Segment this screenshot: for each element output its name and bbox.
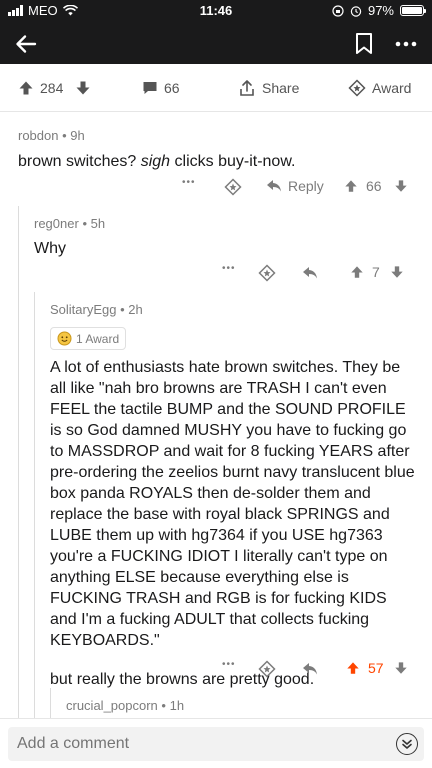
bookmark-icon[interactable]: [354, 32, 374, 56]
comment-text-emphasis: sigh: [140, 153, 171, 170]
downvote-icon[interactable]: [394, 179, 408, 193]
comment-actions: ••• 57: [222, 658, 414, 680]
nav-row: [0, 24, 432, 64]
comment-actions: ••• 7: [222, 262, 414, 284]
status-bar: MEO 11:46 97%: [0, 0, 432, 22]
comment-meta: SolitaryEgg • 2h: [50, 302, 416, 317]
collapse-threads-button[interactable]: [396, 733, 418, 755]
meta-separator: •: [161, 698, 166, 713]
award-button[interactable]: Award: [348, 78, 412, 97]
app-header: MEO 11:46 97%: [0, 0, 432, 64]
comment-robdon: robdon • 9h brown switches? sigh clicks …: [18, 128, 418, 172]
comment-score: 57: [368, 660, 384, 676]
share-label: Share: [262, 79, 300, 96]
award-badge[interactable]: 1 Award: [50, 327, 127, 350]
more-options-button[interactable]: •••: [222, 659, 236, 670]
award-icon: [348, 78, 366, 97]
battery-icon: [400, 5, 426, 16]
comment-age: 5h: [90, 216, 106, 231]
post-score: 284: [40, 79, 64, 96]
comment-actions: ••• Reply 66: [182, 176, 414, 198]
double-chevron-down-icon: [401, 738, 413, 750]
upvote-icon[interactable]: [344, 179, 358, 193]
downvote-icon[interactable]: [390, 265, 404, 279]
downvote-icon[interactable]: [394, 661, 408, 675]
back-arrow-icon[interactable]: [12, 30, 40, 58]
comments-count-button[interactable]: 66: [142, 80, 180, 96]
bottom-comment-bar: [0, 718, 432, 768]
comment-score: 66: [366, 178, 382, 194]
comment-text: brown switches?: [18, 153, 141, 170]
award-icon[interactable]: [258, 264, 276, 282]
gold-award-icon: [57, 331, 72, 346]
comments-count: 66: [164, 79, 180, 96]
comment-author[interactable]: SolitaryEgg: [50, 302, 116, 317]
comment-author[interactable]: crucial_popcorn: [66, 698, 158, 713]
share-button[interactable]: Share: [238, 79, 299, 97]
upvote-icon[interactable]: [18, 80, 34, 96]
thread-line[interactable]: [18, 206, 19, 718]
rotation-lock-icon: [332, 4, 344, 17]
comment-meta: crucial_popcorn • 1h: [66, 698, 406, 713]
reply-arrow-icon: [266, 179, 282, 193]
upvote-icon[interactable]: [350, 265, 364, 279]
battery-percent: 97%: [367, 3, 394, 18]
more-options-icon[interactable]: [394, 34, 418, 54]
comment-author[interactable]: robdon: [18, 128, 58, 143]
comment-body: brown switches? sigh clicks buy-it-now.: [18, 151, 418, 172]
comment-author[interactable]: reg0ner: [34, 216, 79, 231]
comment-meta: reg0ner • 5h: [34, 216, 414, 231]
comment-score: 7: [372, 264, 380, 280]
add-comment-input[interactable]: [8, 727, 424, 761]
reply-arrow-icon[interactable]: [302, 662, 318, 676]
meta-separator: •: [120, 302, 125, 317]
reply-label: Reply: [288, 178, 324, 194]
comment-age: 2h: [128, 302, 143, 317]
award-icon[interactable]: [258, 660, 276, 678]
award-icon[interactable]: [224, 178, 242, 196]
comment-text: clicks buy-it-now.: [170, 153, 296, 170]
downvote-icon[interactable]: [75, 80, 91, 96]
more-options-button[interactable]: •••: [182, 177, 196, 188]
thread-line[interactable]: [50, 688, 51, 718]
comment-meta: robdon • 9h: [18, 128, 418, 143]
post-vote-controls: 284: [18, 80, 91, 96]
upvote-icon-active[interactable]: [346, 661, 360, 675]
comment-age: 9h: [70, 128, 85, 143]
comment-bubble-icon: [142, 80, 158, 96]
reply-button[interactable]: Reply: [266, 178, 324, 194]
comment-age: 1h: [169, 698, 185, 713]
comment-reg0ner: reg0ner • 5h Why: [34, 216, 414, 259]
award-count: 1 Award: [76, 331, 120, 346]
comment-body: A lot of enthusiasts hate brown switches…: [50, 359, 415, 649]
share-icon: [238, 79, 256, 97]
more-options-button[interactable]: •••: [222, 263, 236, 274]
comment-crucial-popcorn: crucial_popcorn • 1h: [66, 698, 406, 713]
reply-arrow-icon[interactable]: [302, 266, 318, 280]
alarm-icon: [350, 5, 362, 17]
meta-separator: •: [62, 128, 67, 143]
meta-separator: •: [82, 216, 87, 231]
thread-line[interactable]: [34, 292, 35, 718]
post-action-bar: 284 66 Share Award: [0, 64, 432, 112]
award-label: Award: [372, 79, 412, 96]
comment-solitaryegg: SolitaryEgg • 2h 1 Award A lot of enthus…: [50, 302, 416, 690]
comment-body: Why: [34, 240, 66, 257]
